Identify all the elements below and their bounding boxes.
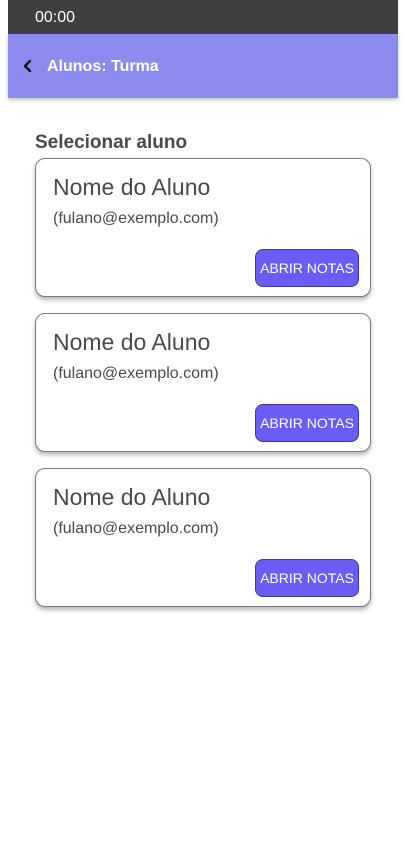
open-grades-button[interactable]: ABRIR NOTAS bbox=[255, 404, 359, 442]
status-time: 00:00 bbox=[35, 9, 76, 26]
status-bar: 00:00 bbox=[8, 0, 398, 34]
student-email: (fulano@exemplo.com) bbox=[53, 520, 219, 537]
student-card: Nome do Aluno (fulano@exemplo.com) ABRIR… bbox=[35, 468, 371, 607]
page-title: Alunos: Turma bbox=[47, 58, 159, 75]
open-grades-button[interactable]: ABRIR NOTAS bbox=[255, 249, 359, 287]
student-name: Nome do Aluno bbox=[53, 329, 211, 355]
student-email: (fulano@exemplo.com) bbox=[53, 210, 219, 227]
student-name: Nome do Aluno bbox=[53, 484, 211, 510]
app-bar: Alunos: Turma bbox=[8, 34, 398, 98]
back-button[interactable] bbox=[18, 54, 40, 78]
open-grades-button[interactable]: ABRIR NOTAS bbox=[255, 559, 359, 597]
chevron-left-icon bbox=[23, 59, 32, 73]
student-card: Nome do Aluno (fulano@exemplo.com) ABRIR… bbox=[35, 313, 371, 452]
screen: 00:00 Alunos: Turma Selecionar aluno Nom… bbox=[0, 0, 406, 845]
section-title: Selecionar aluno bbox=[35, 132, 188, 153]
student-card: Nome do Aluno (fulano@exemplo.com) ABRIR… bbox=[35, 158, 371, 297]
student-email: (fulano@exemplo.com) bbox=[53, 365, 219, 382]
student-list: Nome do Aluno (fulano@exemplo.com) ABRIR… bbox=[35, 158, 371, 623]
student-name: Nome do Aluno bbox=[53, 174, 211, 200]
